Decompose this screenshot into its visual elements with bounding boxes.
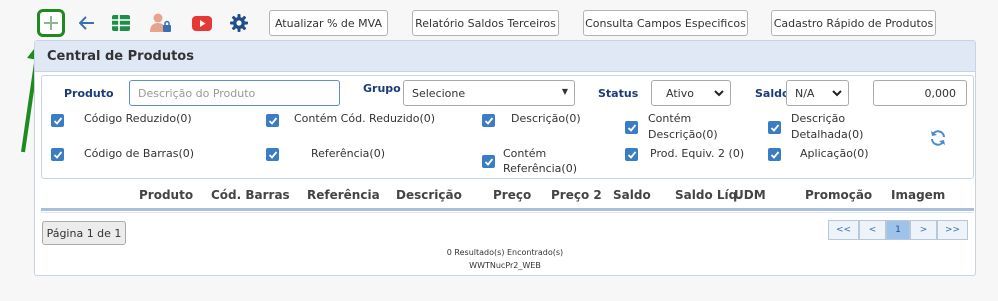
status-select[interactable]: Ativo: [651, 80, 731, 106]
col-cod-barras[interactable]: Cód. Barras: [211, 188, 290, 202]
status-label: Status: [598, 87, 639, 100]
product-description-placeholder: Descrição do Produto: [138, 86, 256, 100]
col-saldo-liq[interactable]: Saldo Líq.: [675, 188, 742, 202]
detailed-description-checkbox[interactable]: [768, 121, 781, 134]
description-label: Descrição(0): [511, 112, 581, 125]
col-promocao[interactable]: Promoção: [805, 188, 872, 202]
contains-reduced-code-checkbox[interactable]: [266, 114, 279, 127]
user-lock-icon[interactable]: [150, 13, 172, 33]
pager-first[interactable]: <<: [828, 220, 859, 240]
chevron-down-icon: ▼: [561, 87, 568, 96]
balance-amount-value: 0,000: [924, 86, 957, 100]
reference-checkbox[interactable]: [266, 148, 279, 161]
contains-reference-checkbox[interactable]: [482, 155, 495, 168]
contains-description-label-2: Descrição(0): [648, 128, 718, 141]
quick-product-register-button[interactable]: Cadastro Rápido de Produtos: [771, 10, 936, 36]
barcode-label: Código de Barras(0): [84, 147, 195, 160]
panel-title: Central de Produtos: [47, 49, 194, 64]
chevron-down-icon: [832, 90, 842, 97]
contains-reduced-code-label: Contém Cód. Reduzido(0): [294, 112, 436, 125]
col-preco-2[interactable]: Preço 2: [551, 188, 602, 202]
status-select-value: Ativo: [666, 86, 694, 100]
specific-fields-query-button[interactable]: Consulta Campos Especificos: [583, 10, 748, 36]
page-indicator: Página 1 de 1: [42, 221, 126, 245]
gear-icon[interactable]: [229, 13, 249, 33]
table-divider: [41, 208, 974, 211]
results-count: 0 Resultado(s) Encontrado(s): [446, 248, 564, 257]
reduced-code-label: Código Reduzido(0): [84, 112, 192, 125]
contains-description-label-1: Contém: [648, 112, 692, 125]
reduced-code-checkbox[interactable]: [51, 114, 64, 127]
group-select-value: Selecione: [412, 86, 466, 100]
col-preco[interactable]: Preço: [493, 188, 531, 202]
page-indicator-label: Página 1 de 1: [46, 226, 122, 240]
plus-icon: [44, 16, 58, 30]
col-udm[interactable]: UDM: [734, 188, 766, 202]
barcode-checkbox[interactable]: [51, 148, 64, 161]
pager-next[interactable]: >: [910, 220, 937, 240]
pager-current[interactable]: 1: [886, 220, 910, 240]
application-label: Aplicação(0): [800, 147, 869, 160]
update-mva-button[interactable]: Atualizar % de MVA: [269, 10, 388, 36]
panel-header: Central de Produtos: [35, 41, 975, 72]
contains-description-checkbox[interactable]: [625, 121, 638, 134]
col-imagem[interactable]: Imagem: [891, 188, 945, 202]
source-label: WWTNucPr2_WEB: [469, 261, 541, 270]
saldo-label: Saldo: [755, 87, 790, 100]
spreadsheet-icon[interactable]: [112, 14, 130, 32]
reference-label: Referência(0): [311, 147, 386, 160]
col-saldo[interactable]: Saldo: [613, 188, 651, 202]
col-produto[interactable]: Produto: [139, 188, 193, 202]
contains-reference-label-2: Referência(0): [503, 162, 578, 175]
group-select[interactable]: Selecione ▼: [403, 80, 575, 106]
third-party-balance-report-button[interactable]: Relatório Saldos Terceiros: [412, 10, 559, 36]
table-divider-light: [41, 212, 974, 213]
produto-label: Produto: [64, 87, 114, 100]
add-button[interactable]: [37, 9, 65, 37]
pager-prev[interactable]: <: [859, 220, 886, 240]
product-description-input[interactable]: Descrição do Produto: [129, 80, 340, 106]
grupo-label: Grupo: [363, 82, 401, 95]
description-checkbox[interactable]: [482, 114, 495, 127]
pager-last[interactable]: >>: [937, 220, 968, 240]
back-arrow-icon[interactable]: [78, 14, 96, 32]
col-referencia[interactable]: Referência: [307, 188, 380, 202]
equivalent-product-label: Prod. Equiv. 2 (0): [650, 147, 745, 160]
detailed-description-label-1: Descrição: [791, 112, 846, 125]
chevron-down-icon: [714, 90, 724, 97]
youtube-icon[interactable]: [192, 15, 212, 31]
contains-reference-label-1: Contém: [503, 147, 547, 160]
equivalent-product-checkbox[interactable]: [625, 148, 638, 161]
balance-amount-input[interactable]: 0,000: [873, 80, 967, 106]
balance-select-value: N/A: [795, 86, 815, 100]
detailed-description-label-2: Detalhada(0): [791, 128, 864, 141]
application-checkbox[interactable]: [768, 148, 781, 161]
refresh-icon[interactable]: [929, 129, 947, 147]
col-descricao[interactable]: Descrição: [396, 188, 462, 202]
balance-select[interactable]: N/A: [786, 80, 849, 106]
